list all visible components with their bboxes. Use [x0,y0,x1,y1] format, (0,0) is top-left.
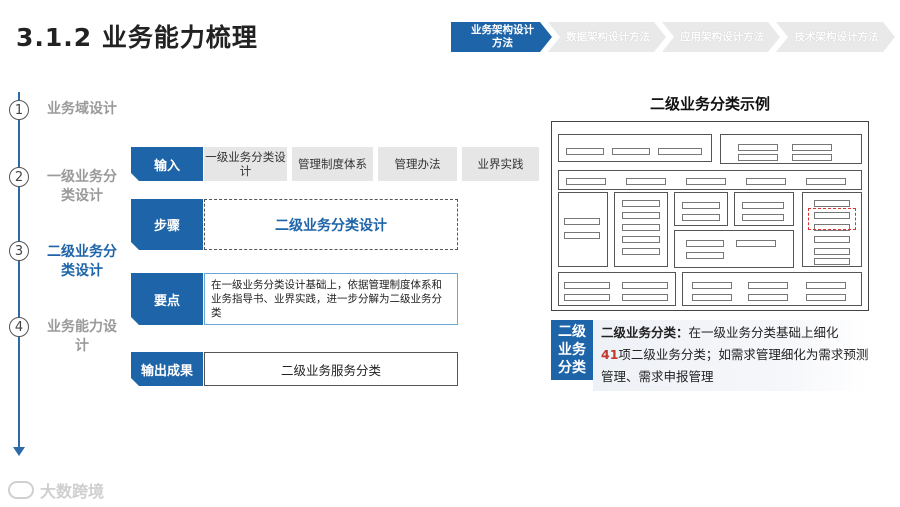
step-number-2: 2 [9,167,29,187]
output-content: 二级业务服务分类 [204,352,458,386]
step-label-1: 业务域设计 [47,101,117,117]
input-industry-practice: 业界实践 [462,147,539,181]
page-title: 3.1.2 业务能力梳理 [16,23,258,52]
watermark-icon [8,481,34,499]
input-management-system: 管理制度体系 [292,147,373,181]
method-nav: 业务架构设计方法 数据架构设计方法 应用架构设计方法 技术架构设计方法 [451,22,895,52]
step-label-3: 二级业务分类设计 [47,244,117,279]
tab-steps: 步骤 [131,199,203,250]
step-label-4: 业务能力设计 [47,319,117,354]
input-level1-category: 一级业务分类设计 [204,147,287,181]
tab-input: 输入 [131,147,203,181]
steps-content: 二级业务分类设计 [204,199,458,250]
timeline-line [18,92,20,454]
example-description: 二级业务分类：在一级业务分类基础上细化 41项二级业务分类；如需求管理细化为需求… [593,320,869,391]
step-label-2: 一级业务分类设计 [47,169,117,204]
classification-diagram-image [551,121,869,311]
nav-technology-architecture[interactable]: 技术架构设计方法 [776,22,895,52]
watermark-text: 大数跨境 [40,482,105,501]
tab-output: 输出成果 [131,352,203,386]
input-management-method: 管理办法 [378,147,457,181]
example-title: 二级业务分类示例 [649,95,770,113]
step-number-3: 3 [9,241,29,261]
tab-key-points: 要点 [131,273,203,325]
nav-application-architecture[interactable]: 应用架构设计方法 [662,22,780,52]
step-number-4: 4 [9,317,29,337]
step-number-1: 1 [9,100,29,120]
watermark-logo: 大数跨境 [8,478,104,502]
example-badge: 二级业务分类 [551,320,593,380]
nav-data-architecture[interactable]: 数据架构设计方法 [548,22,666,52]
nav-business-architecture[interactable]: 业务架构设计方法 [451,22,552,52]
timeline-arrow-icon [13,447,25,456]
key-points-content: 在一级业务分类设计基础上，依据管理制度体系和业务指导书、业界实践，进一步分解为二… [204,273,458,325]
